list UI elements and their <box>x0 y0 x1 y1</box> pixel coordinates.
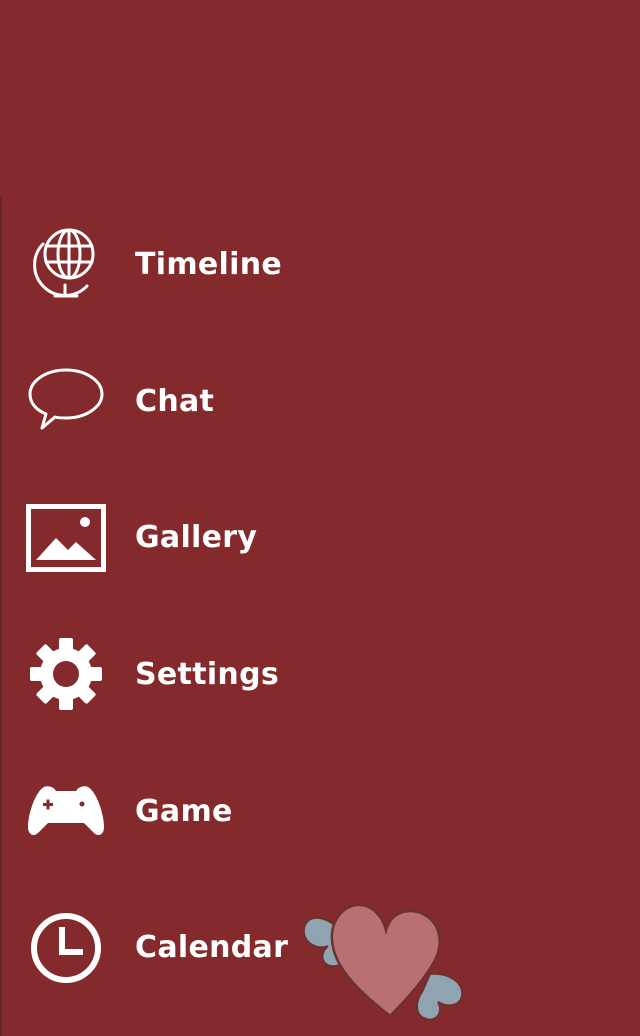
menu-item-timeline[interactable]: Timeline <box>0 196 640 333</box>
gamepad-icon <box>26 771 106 851</box>
menu-item-chat[interactable]: Chat <box>0 333 640 470</box>
gear-icon <box>26 634 106 714</box>
drawer-header <box>0 0 640 196</box>
menu-item-label: Chat <box>135 383 215 419</box>
menu-item-game[interactable]: Game <box>0 743 640 880</box>
speech-bubble-icon <box>26 361 106 441</box>
menu-item-label: Settings <box>135 656 280 692</box>
globe-icon <box>26 224 106 304</box>
menu-item-settings[interactable]: Settings <box>0 606 640 743</box>
menu-item-label: Timeline <box>135 246 283 282</box>
clock-icon <box>26 908 106 988</box>
menu-item-label: Calendar <box>135 930 289 966</box>
menu-item-label: Game <box>135 793 233 829</box>
menu-item-gallery[interactable]: Gallery <box>0 469 640 606</box>
image-icon <box>26 498 106 578</box>
winged-heart-sticker <box>298 888 468 1024</box>
side-drawer-screen: Timeline Chat Gallery Settings Game Cale… <box>0 0 640 1036</box>
menu-item-label: Gallery <box>135 520 258 556</box>
